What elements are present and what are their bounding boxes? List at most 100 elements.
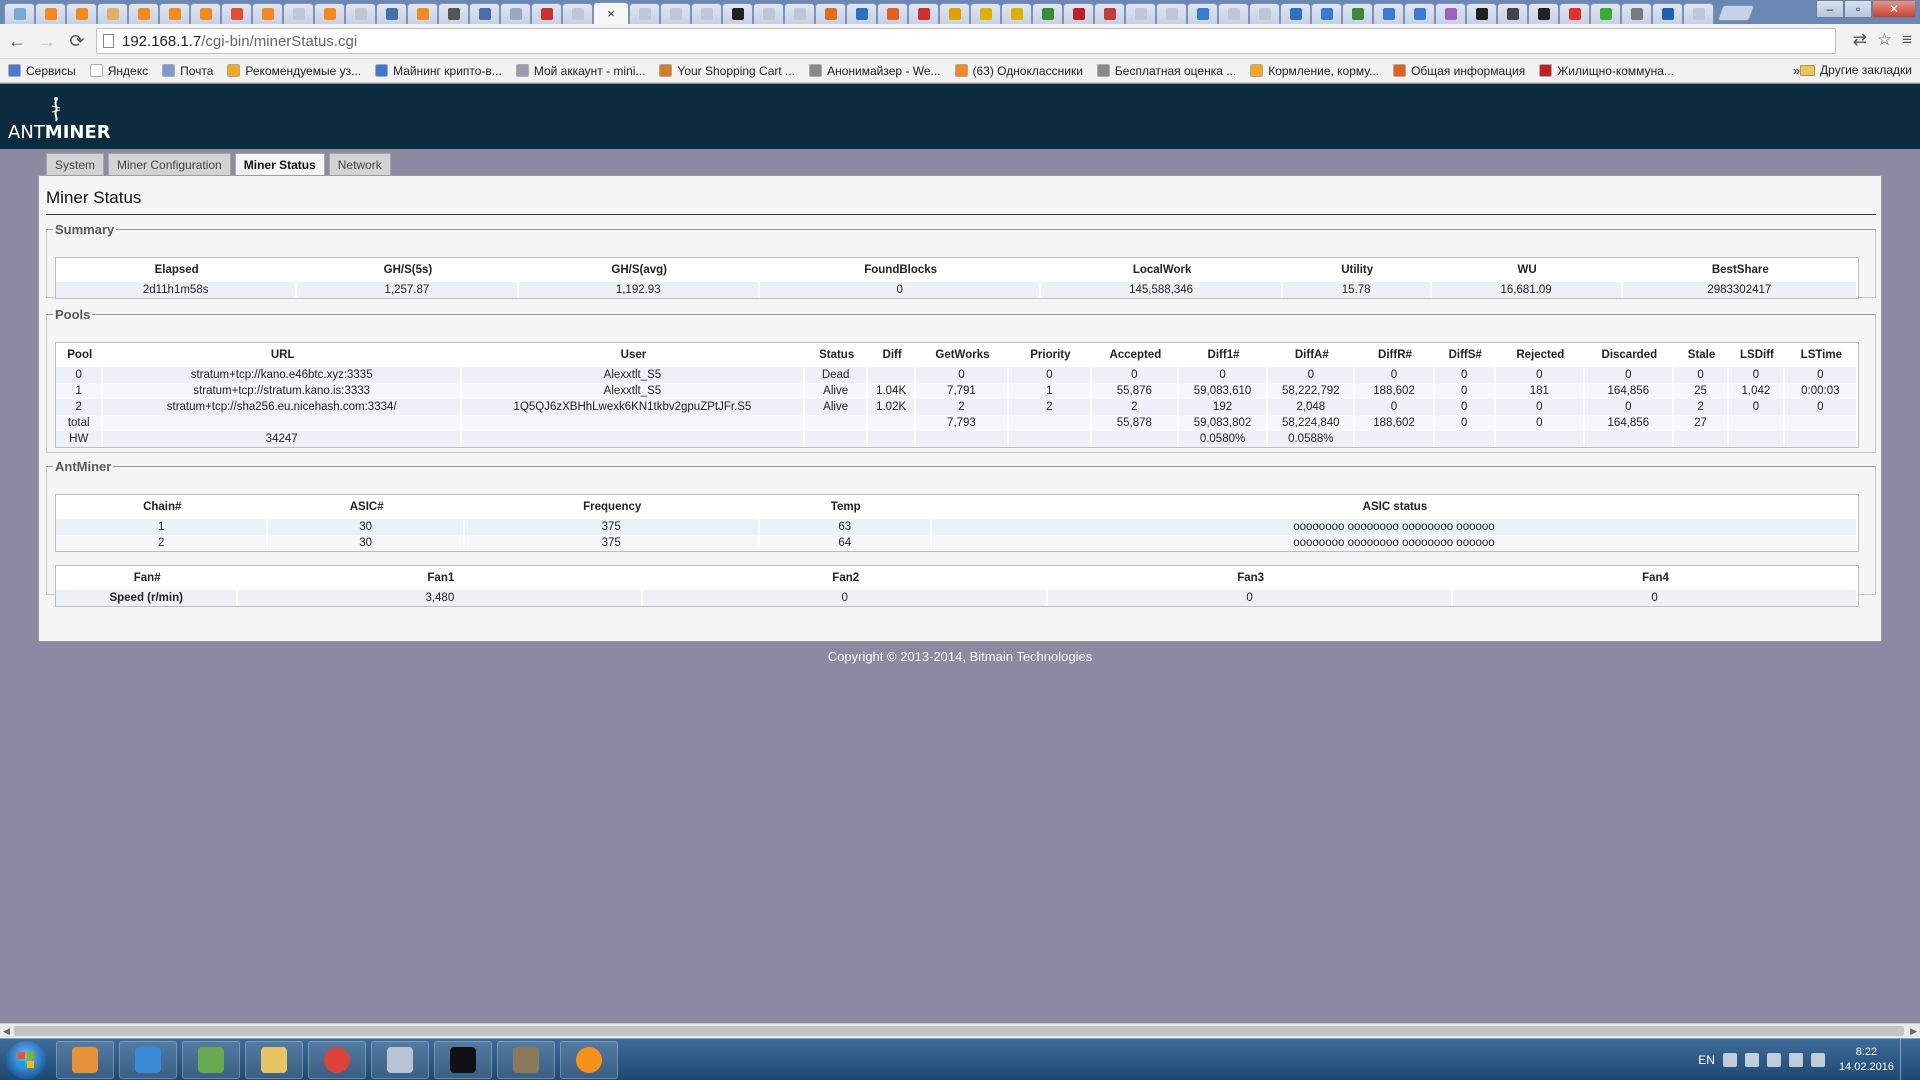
browser-tab[interactable] xyxy=(35,3,66,24)
browser-tab[interactable] xyxy=(1404,3,1435,24)
browser-tab[interactable] xyxy=(815,3,846,24)
taskbar-command-prompt-button[interactable] xyxy=(434,1041,492,1079)
scroll-left-icon[interactable]: ◀ xyxy=(3,1026,10,1037)
browser-tab[interactable] xyxy=(784,3,815,24)
horizontal-scrollbar[interactable]: ◀ ▶ xyxy=(0,1023,1920,1038)
browser-tab[interactable] xyxy=(314,3,345,24)
browser-tab-active[interactable]: × xyxy=(593,2,629,24)
language-indicator[interactable]: EN xyxy=(1698,1053,1715,1067)
start-button[interactable] xyxy=(6,1041,46,1079)
new-tab-button[interactable] xyxy=(1717,5,1755,21)
browser-tab[interactable] xyxy=(1435,3,1466,24)
browser-tab[interactable] xyxy=(283,3,314,24)
browser-tab[interactable] xyxy=(877,3,908,24)
taskbar-bitcoin-app-button[interactable] xyxy=(560,1041,618,1079)
browser-tab[interactable] xyxy=(407,3,438,24)
browser-tab[interactable] xyxy=(691,3,722,24)
bookmark-item[interactable]: Сервисы xyxy=(8,64,76,78)
translate-icon[interactable]: ⇄ xyxy=(1853,30,1867,50)
help-icon[interactable] xyxy=(1722,1053,1737,1067)
browser-tab[interactable] xyxy=(97,3,128,24)
browser-tab[interactable] xyxy=(1094,3,1125,24)
action-center-icon[interactable] xyxy=(1766,1053,1781,1067)
browser-tab[interactable] xyxy=(1280,3,1311,24)
tab-miner-status[interactable]: Miner Status xyxy=(234,153,325,176)
browser-tab[interactable] xyxy=(1621,3,1652,24)
clock[interactable]: 8:22 14.02.2016 xyxy=(1839,1045,1894,1075)
browser-tab[interactable] xyxy=(469,3,500,24)
browser-tab[interactable] xyxy=(1032,3,1063,24)
browser-tab[interactable] xyxy=(1497,3,1528,24)
tab-miner-configuration[interactable]: Miner Configuration xyxy=(108,153,231,175)
bookmark-item[interactable]: Майнинг крипто-в... xyxy=(375,64,502,78)
taskbar-calculator-button[interactable] xyxy=(371,1041,429,1079)
show-desktop-button[interactable] xyxy=(1900,1039,1912,1080)
browser-tab[interactable] xyxy=(1466,3,1497,24)
taskbar-spreadsheet-button[interactable] xyxy=(182,1041,240,1079)
tray-expand-icon[interactable] xyxy=(1744,1053,1759,1067)
browser-tab[interactable] xyxy=(660,3,691,24)
browser-tab[interactable] xyxy=(629,3,660,24)
bookmark-item[interactable]: (63) Одноклассники xyxy=(954,64,1083,78)
taskbar-miner-app-button[interactable] xyxy=(497,1041,555,1079)
bookmark-item[interactable]: Мой аккаунт - mini... xyxy=(515,64,645,78)
taskbar-file-explorer-button[interactable] xyxy=(245,1041,303,1079)
browser-tab[interactable] xyxy=(1373,3,1404,24)
scroll-right-icon[interactable]: ▶ xyxy=(1910,1026,1917,1037)
bookmark-item[interactable]: Анонимайзер - We... xyxy=(809,64,941,78)
taskbar-chrome-button[interactable] xyxy=(308,1041,366,1079)
bookmarks-overflow-button[interactable]: » xyxy=(1793,63,1800,78)
browser-tab[interactable] xyxy=(846,3,877,24)
browser-tab[interactable] xyxy=(376,3,407,24)
other-bookmarks-folder[interactable]: Другие закладки xyxy=(1800,63,1912,77)
browser-tab[interactable] xyxy=(221,3,252,24)
close-tab-icon[interactable]: × xyxy=(607,7,615,20)
forward-button[interactable]: → xyxy=(34,28,60,54)
reload-button[interactable]: ⟳ xyxy=(64,28,90,54)
browser-tab[interactable] xyxy=(1249,3,1280,24)
bookmark-star-icon[interactable]: ☆ xyxy=(1877,30,1892,50)
back-button[interactable]: ← xyxy=(4,28,30,54)
bookmark-item[interactable]: Яндекс xyxy=(89,64,148,78)
browser-tab[interactable] xyxy=(939,3,970,24)
browser-tab[interactable] xyxy=(438,3,469,24)
network-icon[interactable] xyxy=(1788,1053,1803,1067)
close-window-button[interactable]: ✕ xyxy=(1872,0,1916,18)
browser-tab[interactable] xyxy=(1311,3,1342,24)
browser-tab[interactable] xyxy=(531,3,562,24)
taskbar-media-player-button[interactable] xyxy=(56,1041,114,1079)
bookmark-item[interactable]: Общая информация xyxy=(1393,64,1525,78)
browser-tab[interactable] xyxy=(1156,3,1187,24)
bookmark-item[interactable]: Жилищно-коммуна... xyxy=(1539,64,1674,78)
browser-tab[interactable] xyxy=(252,3,283,24)
bookmark-item[interactable]: Почта xyxy=(162,64,213,78)
browser-tab[interactable] xyxy=(1528,3,1559,24)
scrollbar-thumb[interactable] xyxy=(14,1026,1904,1036)
tab-system[interactable]: System xyxy=(46,153,105,175)
browser-tab[interactable] xyxy=(1652,3,1683,24)
browser-tab[interactable] xyxy=(1590,3,1621,24)
bookmark-item[interactable]: Кормление, корму... xyxy=(1250,64,1379,78)
browser-tab[interactable] xyxy=(500,3,531,24)
browser-tab[interactable] xyxy=(753,3,784,24)
menu-icon[interactable]: ≡ xyxy=(1902,30,1912,50)
browser-tab[interactable] xyxy=(562,3,593,24)
browser-tab[interactable] xyxy=(1559,3,1590,24)
browser-tab[interactable] xyxy=(1342,3,1373,24)
browser-tab[interactable] xyxy=(345,3,376,24)
browser-tab[interactable] xyxy=(128,3,159,24)
bookmark-item[interactable]: Your Shopping Cart ... xyxy=(659,64,795,78)
browser-tab[interactable] xyxy=(66,3,97,24)
browser-tab[interactable] xyxy=(190,3,221,24)
maximize-button[interactable]: ▫ xyxy=(1844,0,1872,18)
minimize-button[interactable]: – xyxy=(1816,0,1844,18)
browser-tab[interactable] xyxy=(722,3,753,24)
bookmark-item[interactable]: Бесплатная оценка ... xyxy=(1096,64,1236,78)
browser-tab[interactable] xyxy=(1683,3,1714,24)
browser-tab[interactable] xyxy=(1001,3,1032,24)
taskbar-internet-explorer-button[interactable] xyxy=(119,1041,177,1079)
browser-tab[interactable] xyxy=(4,3,35,24)
browser-tab[interactable] xyxy=(970,3,1001,24)
bookmark-item[interactable]: Рекомендуемые уз... xyxy=(227,64,361,78)
browser-tab[interactable] xyxy=(1218,3,1249,24)
